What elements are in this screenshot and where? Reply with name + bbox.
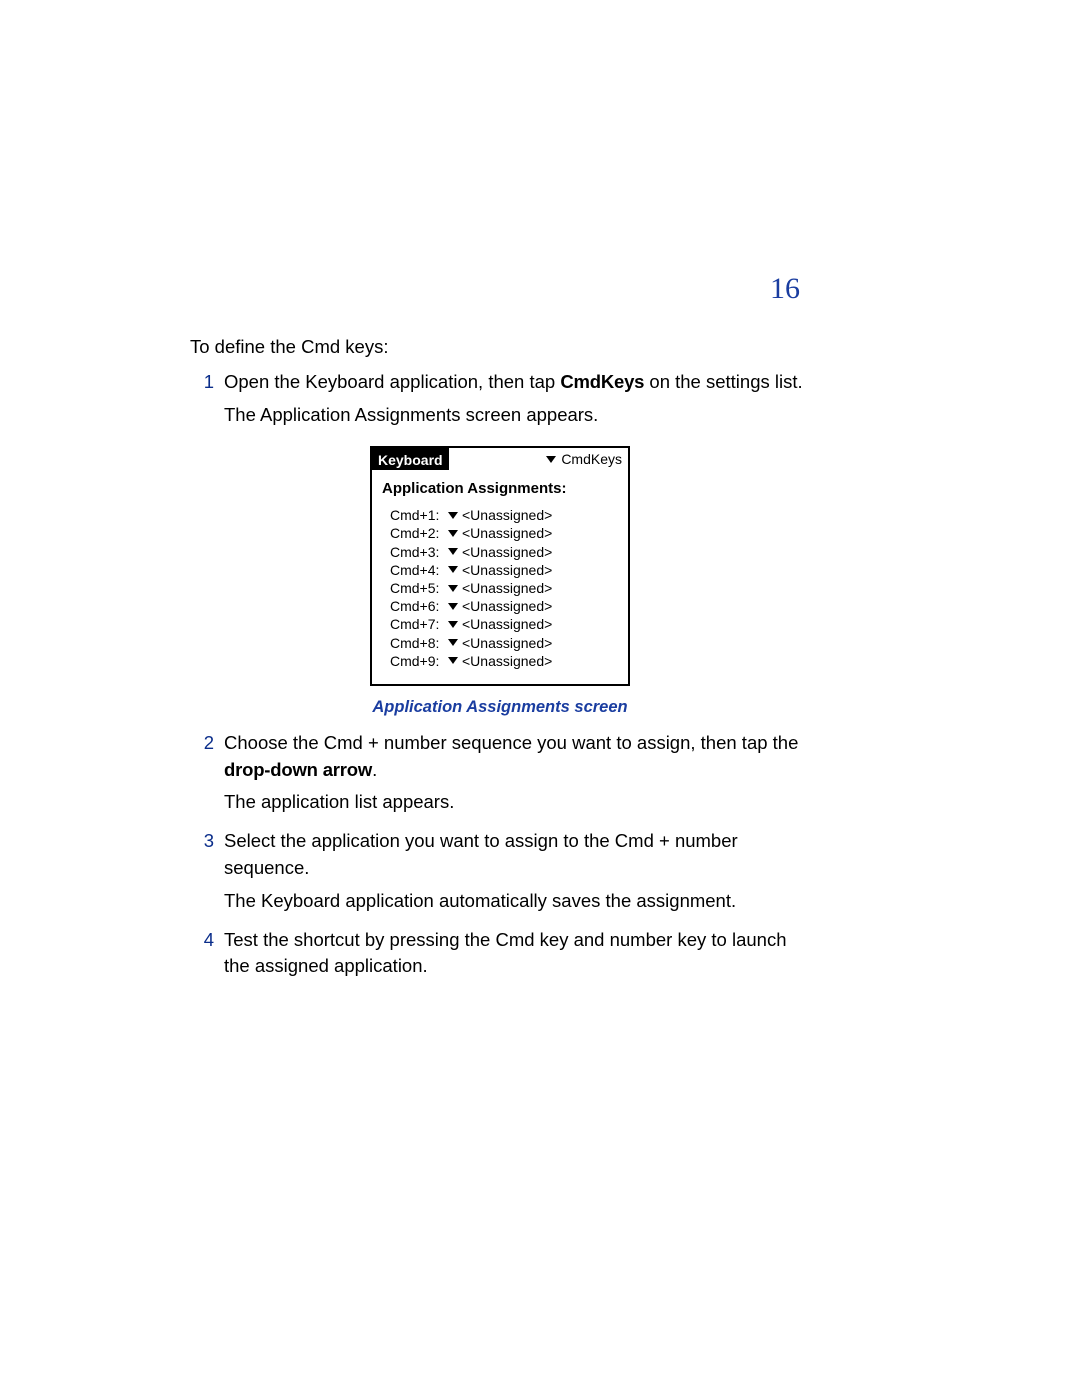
screenshot-caption: Application Assignments screen: [190, 696, 810, 720]
step-number: 3: [190, 828, 214, 920]
cmd-key-label: Cmd+5:: [390, 579, 448, 597]
dropdown-icon: [448, 639, 458, 646]
palm-assignment-row: Cmd+9: <Unassigned>: [390, 652, 618, 670]
cmd-key-label: Cmd+2:: [390, 524, 448, 542]
palm-assignment-row: Cmd+6: <Unassigned>: [390, 597, 618, 615]
palm-assignment-row: Cmd+8: <Unassigned>: [390, 634, 618, 652]
assignment-value: <Unassigned>: [462, 615, 552, 633]
palm-menu-dropdown[interactable]: CmdKeys: [546, 448, 628, 470]
step-4-text: Test the shortcut by pressing the Cmd ke…: [224, 927, 810, 981]
page-number: 16: [770, 272, 800, 306]
cmd-key-label: Cmd+3:: [390, 543, 448, 561]
palm-assignment-row: Cmd+7: <Unassigned>: [390, 615, 618, 633]
palm-assignment-row: Cmd+5: <Unassigned>: [390, 579, 618, 597]
cmd-key-label: Cmd+1:: [390, 506, 448, 524]
palm-assignment-row: Cmd+1: <Unassigned>: [390, 506, 618, 524]
assignment-dropdown[interactable]: <Unassigned>: [448, 615, 552, 633]
assignment-value: <Unassigned>: [462, 579, 552, 597]
step-2-text-pre: Choose the Cmd + number sequence you wan…: [224, 732, 798, 753]
cmd-key-label: Cmd+4:: [390, 561, 448, 579]
step-1-text-pre: Open the Keyboard application, then tap: [224, 371, 560, 392]
assignment-dropdown[interactable]: <Unassigned>: [448, 561, 552, 579]
assignment-dropdown[interactable]: <Unassigned>: [448, 652, 552, 670]
palm-menu-label: CmdKeys: [561, 449, 622, 469]
step-2-bold: drop-down arrow: [224, 759, 372, 780]
assignment-dropdown[interactable]: <Unassigned>: [448, 524, 552, 542]
assignment-value: <Unassigned>: [462, 652, 552, 670]
step-4: 4 Test the shortcut by pressing the Cmd …: [190, 927, 810, 987]
assignment-dropdown[interactable]: <Unassigned>: [448, 579, 552, 597]
assignment-value: <Unassigned>: [462, 634, 552, 652]
dropdown-icon: [448, 657, 458, 664]
step-3: 3 Select the application you want to ass…: [190, 828, 810, 920]
step-1-result: The Application Assignments screen appea…: [224, 402, 810, 429]
step-3-result: The Keyboard application automatically s…: [224, 888, 810, 915]
palm-titlebar: Keyboard CmdKeys: [372, 448, 628, 470]
step-2: 2 Choose the Cmd + number sequence you w…: [190, 730, 810, 822]
dropdown-icon: [448, 512, 458, 519]
dropdown-icon: [448, 621, 458, 628]
step-1-text-post: on the settings list.: [644, 371, 802, 392]
cmd-key-label: Cmd+8:: [390, 634, 448, 652]
dropdown-icon: [448, 566, 458, 573]
dropdown-icon: [448, 585, 458, 592]
dropdown-icon: [448, 603, 458, 610]
step-1: 1 Open the Keyboard application, then ta…: [190, 369, 810, 435]
step-2-text-post: .: [372, 759, 377, 780]
assignment-dropdown[interactable]: <Unassigned>: [448, 506, 552, 524]
dropdown-icon: [448, 530, 458, 537]
palm-assignment-row: Cmd+2: <Unassigned>: [390, 524, 618, 542]
assignment-dropdown[interactable]: <Unassigned>: [448, 634, 552, 652]
cmd-key-label: Cmd+7:: [390, 615, 448, 633]
assignment-value: <Unassigned>: [462, 597, 552, 615]
dropdown-icon: [448, 548, 458, 555]
step-number: 2: [190, 730, 214, 822]
palm-screenshot: Keyboard CmdKeys Application Assignments…: [370, 446, 630, 685]
assignment-value: <Unassigned>: [462, 506, 552, 524]
palm-section-heading: Application Assignments:: [382, 478, 618, 500]
main-content: To define the Cmd keys: 1 Open the Keybo…: [190, 334, 810, 992]
cmd-key-label: Cmd+6:: [390, 597, 448, 615]
step-1-bold: CmdKeys: [560, 371, 644, 392]
palm-app-title: Keyboard: [372, 448, 449, 470]
assignment-dropdown[interactable]: <Unassigned>: [448, 543, 552, 561]
step-2-result: The application list appears.: [224, 789, 810, 816]
palm-assignment-row: Cmd+4: <Unassigned>: [390, 561, 618, 579]
assignment-value: <Unassigned>: [462, 524, 552, 542]
cmd-key-label: Cmd+9:: [390, 652, 448, 670]
intro-text: To define the Cmd keys:: [190, 334, 810, 361]
step-number: 4: [190, 927, 214, 987]
assignment-value: <Unassigned>: [462, 543, 552, 561]
palm-assignment-row: Cmd+3: <Unassigned>: [390, 543, 618, 561]
palm-rows: Cmd+1:<Unassigned>Cmd+2:<Unassigned>Cmd+…: [382, 506, 618, 670]
assignment-dropdown[interactable]: <Unassigned>: [448, 597, 552, 615]
assignment-value: <Unassigned>: [462, 561, 552, 579]
dropdown-icon: [546, 456, 556, 463]
step-number: 1: [190, 369, 214, 435]
step-3-text: Select the application you want to assig…: [224, 828, 810, 882]
